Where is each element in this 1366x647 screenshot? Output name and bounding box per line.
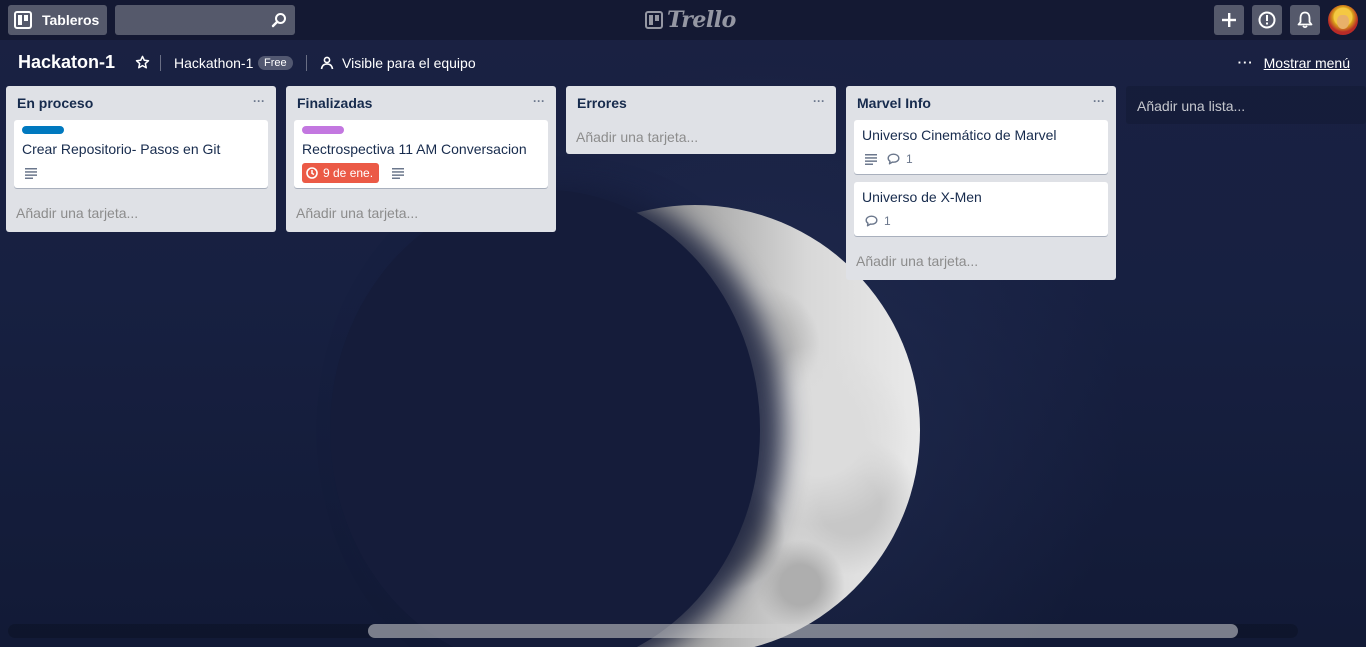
add-list-button[interactable]: Añadir una lista...: [1126, 86, 1366, 124]
comment-badge: 1: [887, 152, 913, 166]
add-card-button[interactable]: Añadir una tarjeta...: [6, 196, 276, 232]
list-header[interactable]: Marvel Info ···: [846, 86, 1116, 120]
list-header[interactable]: Errores ···: [566, 86, 836, 120]
list-en-proceso: En proceso ··· Crear Repositorio- Pasos …: [6, 86, 276, 232]
clock-icon: [306, 167, 318, 179]
board-title[interactable]: Hackaton-1: [18, 52, 115, 73]
header-divider: [306, 55, 307, 71]
comment-badge: 1: [865, 214, 891, 228]
add-card-button[interactable]: Añadir una tarjeta...: [566, 120, 836, 154]
card[interactable]: Universo de X-Men 1: [854, 182, 1108, 236]
list-title[interactable]: Marvel Info: [857, 95, 931, 111]
card[interactable]: Rectrospectiva 11 AM Conversacion 9 de e…: [294, 120, 548, 188]
plus-icon: [1222, 13, 1236, 27]
due-date-label: 9 de ene.: [323, 166, 374, 180]
add-card-button[interactable]: Añadir una tarjeta...: [846, 244, 1116, 280]
comment-count: 1: [906, 152, 913, 166]
comment-icon: [865, 215, 878, 227]
trello-logo-icon: [645, 11, 663, 29]
list-header[interactable]: Finalizadas ···: [286, 86, 556, 120]
visibility-button[interactable]: Visible para el equipo: [320, 55, 476, 71]
plan-badge: Free: [258, 56, 293, 70]
description-icon: [865, 154, 877, 165]
trello-logo-text: Trello: [667, 7, 736, 33]
card-title: Universo de X-Men: [862, 189, 982, 205]
card-badges: 1: [862, 210, 1100, 232]
list-menu-icon[interactable]: ···: [253, 94, 265, 108]
horizontal-scrollbar-thumb[interactable]: [368, 624, 1238, 638]
boards-icon: [14, 11, 32, 29]
add-card-button[interactable]: Añadir una tarjeta...: [286, 196, 556, 232]
list-marvel-info: Marvel Info ··· Universo Cinemático de M…: [846, 86, 1116, 280]
card-badges: 1: [862, 148, 1100, 170]
card-badges: [22, 162, 260, 184]
show-menu-label: Mostrar menú: [1263, 55, 1350, 71]
boards-button-label: Tableros: [42, 12, 100, 28]
notifications-button[interactable]: [1290, 5, 1320, 35]
boards-button[interactable]: Tableros: [8, 5, 107, 35]
card[interactable]: Universo Cinemático de Marvel 1: [854, 120, 1108, 174]
visibility-label: Visible para el equipo: [342, 55, 476, 71]
avatar[interactable]: [1328, 5, 1358, 35]
info-button[interactable]: [1252, 5, 1282, 35]
more-dots-icon: ···: [1237, 55, 1254, 70]
list-title[interactable]: Errores: [577, 95, 627, 111]
description-icon: [392, 168, 405, 179]
list-header[interactable]: En proceso ···: [6, 86, 276, 120]
list-menu-icon[interactable]: ···: [1093, 94, 1105, 108]
description-icon: [25, 168, 37, 179]
team-name[interactable]: Hackathon-1: [174, 55, 253, 71]
add-button[interactable]: [1214, 5, 1244, 35]
top-navigation-bar: Tableros Trello: [0, 0, 1366, 40]
list-title[interactable]: En proceso: [17, 95, 93, 111]
card-label-blue: [22, 126, 64, 134]
header-divider: [160, 55, 161, 71]
comment-count: 1: [884, 214, 891, 228]
show-menu-button[interactable]: ··· Mostrar menú: [1238, 55, 1350, 71]
due-date-badge[interactable]: 9 de ene.: [302, 163, 380, 183]
list-menu-icon[interactable]: ···: [813, 94, 825, 108]
card-label-purple: [302, 126, 344, 134]
search-input[interactable]: [115, 5, 265, 35]
list-menu-icon[interactable]: ···: [533, 94, 545, 108]
info-icon: [1258, 11, 1276, 29]
search-icon[interactable]: [271, 12, 287, 28]
bell-icon: [1297, 11, 1313, 29]
comment-icon: [887, 153, 900, 165]
moon-shadow: [330, 190, 760, 647]
card-title: Rectrospectiva 11 AM Conversacion: [302, 141, 527, 157]
board-header: Hackaton-1 Hackathon-1 Free Visible para…: [0, 40, 1366, 86]
card-title: Crear Repositorio- Pasos en Git: [22, 141, 221, 157]
card[interactable]: Crear Repositorio- Pasos en Git: [14, 120, 268, 188]
search-box[interactable]: [115, 5, 295, 35]
list-errores: Errores ··· Añadir una tarjeta...: [566, 86, 836, 154]
list-finalizadas: Finalizadas ··· Rectrospectiva 11 AM Con…: [286, 86, 556, 232]
card-badges: 9 de ene.: [302, 162, 540, 184]
star-icon[interactable]: [135, 55, 150, 70]
team-visibility-icon: [320, 56, 334, 70]
list-title[interactable]: Finalizadas: [297, 95, 372, 111]
trello-logo[interactable]: Trello: [645, 7, 736, 33]
card-title: Universo Cinemático de Marvel: [862, 127, 1057, 143]
